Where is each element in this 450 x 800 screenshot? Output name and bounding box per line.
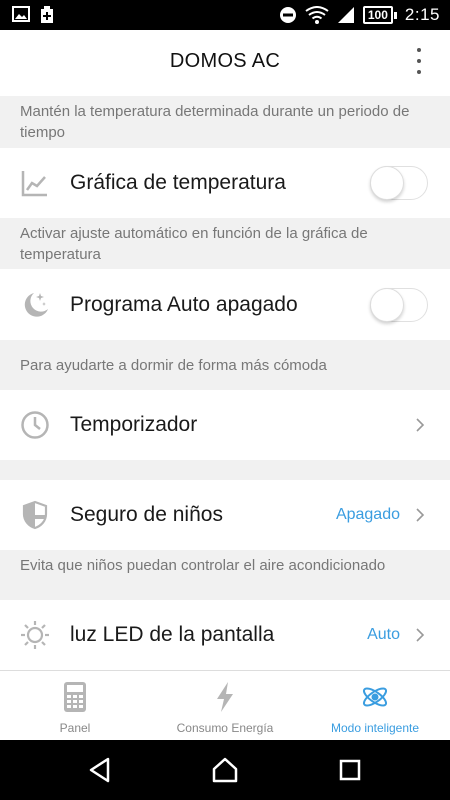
temp-graph-toggle[interactable]	[370, 166, 428, 200]
chevron-right-icon	[416, 628, 425, 642]
brightness-icon	[21, 621, 49, 649]
tab-panel[interactable]: Panel	[0, 671, 150, 740]
auto-off-label: Programa Auto apagado	[70, 293, 298, 316]
image-notification-icon	[12, 6, 30, 22]
hold-temp-note: Mantén la temperatura determinada durant…	[20, 103, 410, 141]
temp-graph-row[interactable]: Gráfica de temperatura	[0, 148, 450, 218]
temp-graph-label: Gráfica de temperatura	[70, 171, 286, 194]
back-icon[interactable]	[86, 756, 114, 784]
system-nav-bar	[0, 740, 450, 800]
led-label: luz LED de la pantalla	[70, 623, 275, 646]
bottom-tab-bar: Panel Consumo Energía Modo inteligente	[0, 670, 450, 740]
wifi-icon	[305, 6, 329, 24]
battery-level: 100	[362, 6, 393, 24]
clock-icon	[21, 411, 49, 439]
recents-icon[interactable]	[336, 756, 364, 784]
do-not-disturb-icon	[279, 7, 296, 23]
battery-saver-notification-icon	[41, 6, 53, 23]
shield-icon	[22, 500, 48, 530]
status-bar: 100 2:15	[0, 0, 450, 30]
tab-smart-mode[interactable]: Modo inteligente	[300, 671, 450, 740]
page-title: DOMOS AC	[169, 50, 281, 72]
auto-off-row[interactable]: Programa Auto apagado	[0, 269, 450, 340]
child-lock-note: Evita que niños puedan controlar el aire…	[20, 557, 386, 574]
battery-icon: 100	[362, 6, 397, 24]
auto-off-toggle[interactable]	[370, 288, 428, 322]
led-value: Auto	[367, 626, 400, 643]
child-lock-row[interactable]: Seguro de niños Apagado	[0, 480, 450, 550]
moon-stars-icon	[24, 293, 48, 317]
lightning-icon	[217, 682, 233, 712]
child-lock-value: Apagado	[335, 506, 400, 523]
line-chart-icon	[21, 171, 47, 197]
calculator-icon	[64, 682, 86, 712]
signal-icon	[337, 7, 354, 23]
tab-panel-label: Panel	[59, 721, 91, 735]
clock: 2:15	[404, 5, 440, 24]
auto-adjust-note: Activar ajuste automático en función de …	[20, 225, 368, 263]
chevron-right-icon	[416, 508, 425, 522]
led-row[interactable]: luz LED de la pantalla Auto	[0, 600, 450, 670]
sleep-note: Para ayudarte a dormir de forma más cómo…	[20, 357, 327, 374]
tab-energy-label: Consumo Energía	[176, 721, 274, 735]
home-icon[interactable]	[211, 756, 239, 784]
app-header: DOMOS AC	[0, 30, 450, 96]
timer-row[interactable]: Temporizador	[0, 390, 450, 460]
tab-energy[interactable]: Consumo Energía	[150, 671, 300, 740]
tab-smart-mode-label: Modo inteligente	[330, 721, 420, 735]
chevron-right-icon	[416, 418, 425, 432]
more-options-icon[interactable]	[412, 46, 426, 76]
timer-label: Temporizador	[70, 413, 198, 436]
child-lock-label: Seguro de niños	[70, 503, 223, 526]
atom-icon	[362, 687, 388, 707]
